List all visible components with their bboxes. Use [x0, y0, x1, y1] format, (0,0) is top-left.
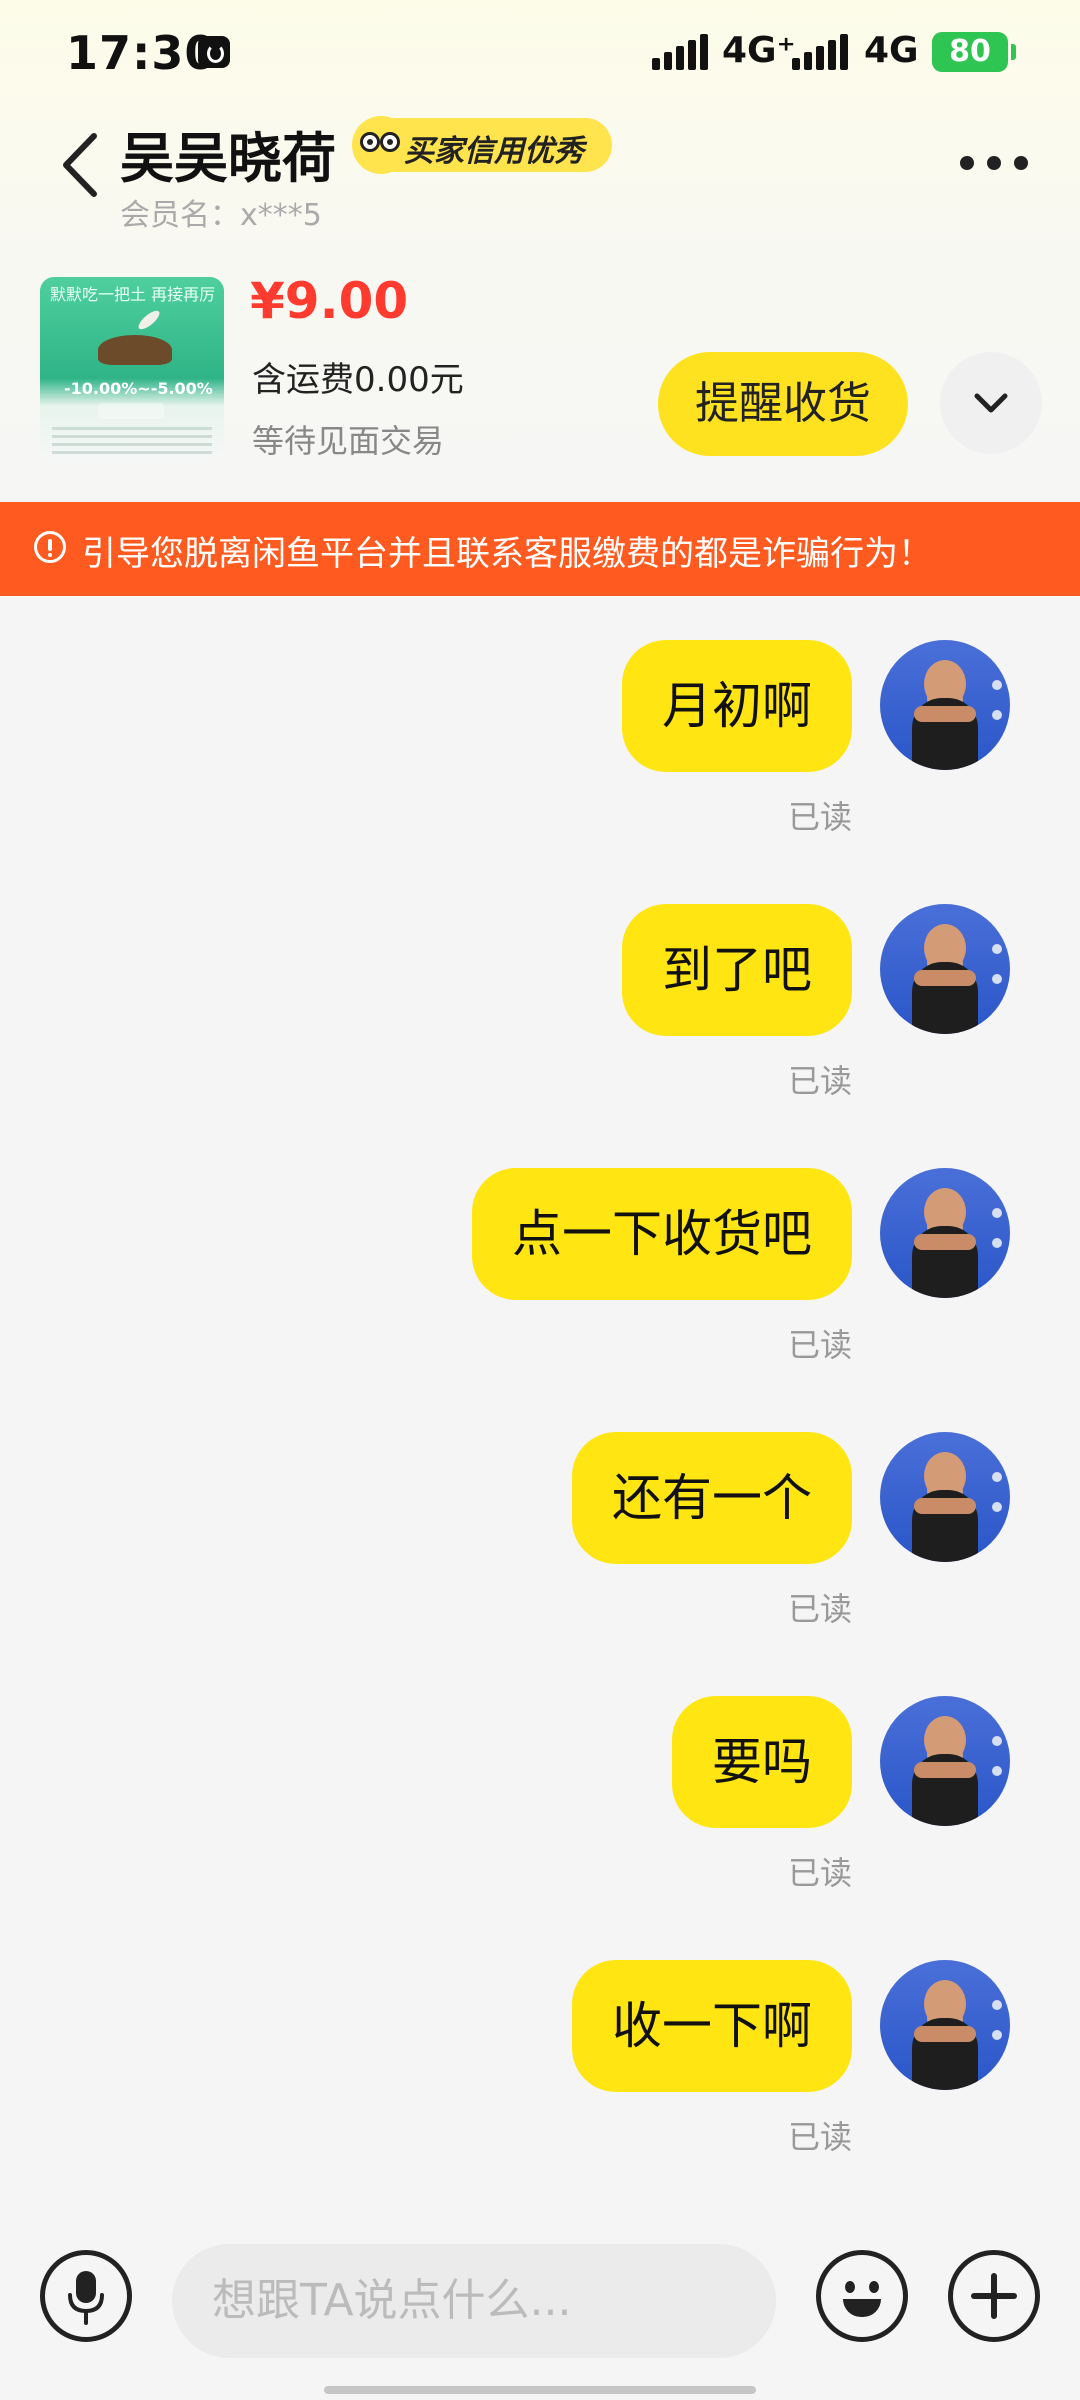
message-bubble[interactable]: 还有一个: [572, 1432, 852, 1564]
warning-text: 引导您脱离闲鱼平台并且联系客服缴费的都是诈骗行为！: [82, 534, 932, 574]
message-row: 到了吧 已读: [0, 904, 1080, 1104]
read-status: 已读: [787, 1590, 852, 1628]
avatar[interactable]: [880, 1960, 1010, 2090]
chevron-down-icon[interactable]: [940, 352, 1042, 454]
avatar[interactable]: [880, 1168, 1010, 1298]
message-bubble[interactable]: 收一下啊: [572, 1960, 852, 2092]
more-icon[interactable]: [958, 154, 1030, 174]
status-bar: 17:30 4G⁺ 4G 80: [0, 0, 1080, 100]
credit-badge[interactable]: 买家信用优秀: [352, 116, 612, 174]
network-type-1: 4G⁺: [722, 30, 796, 71]
fraud-warning-banner: 引导您脱离闲鱼平台并且联系客服缴费的都是诈骗行为！: [0, 502, 1080, 596]
avatar[interactable]: [880, 1696, 1010, 1826]
chat-partner-name: 吴吴晓荷: [120, 127, 336, 190]
read-status: 已读: [787, 798, 852, 836]
credit-badge-label: 买家信用优秀: [404, 134, 584, 169]
message-row: 点一下收货吧 已读: [0, 1168, 1080, 1368]
avatar[interactable]: [880, 640, 1010, 770]
network-type-2: 4G: [864, 30, 919, 71]
message-row: 还有一个 已读: [0, 1432, 1080, 1632]
read-status: 已读: [787, 1326, 852, 1364]
microphone-icon[interactable]: [40, 2250, 132, 2342]
read-status: 已读: [787, 2118, 852, 2156]
alert-circle-icon: [34, 531, 66, 563]
plus-icon[interactable]: [948, 2250, 1040, 2342]
thumb-soil-pile: [98, 335, 172, 365]
battery-level: 80: [949, 34, 991, 69]
thumb-tag: [98, 403, 164, 419]
tiktok-icon: [198, 36, 230, 68]
message-bubble[interactable]: 月初啊: [622, 640, 852, 772]
product-thumbnail[interactable]: 默默吃一把土 再接再厉 -10.00%~-5.00%: [40, 277, 224, 461]
status-time: 17:30: [66, 26, 218, 80]
thumb-text-lines: [52, 427, 212, 455]
signal-icon: [792, 34, 848, 70]
battery-charging-icon: 80: [932, 32, 1016, 72]
message-row: 收一下啊 已读: [0, 1960, 1080, 2160]
shipping-fee: 含运费0.00元: [252, 360, 464, 400]
avatar[interactable]: [880, 1432, 1010, 1562]
back-arrow-icon[interactable]: [58, 130, 106, 200]
mascot-face-icon: [352, 116, 410, 174]
read-status: 已读: [787, 1854, 852, 1892]
home-indicator[interactable]: [324, 2386, 756, 2394]
signal-icon: [652, 34, 708, 70]
message-bubble[interactable]: 要吗: [672, 1696, 852, 1828]
product-price: ¥9.00: [250, 272, 409, 330]
message-row: 月初啊 已读: [0, 640, 1080, 840]
trade-status: 等待见面交易: [252, 422, 445, 460]
thumb-leaf: [135, 307, 163, 333]
message-row: 要吗 已读: [0, 1696, 1080, 1896]
message-bubble[interactable]: 到了吧: [622, 904, 852, 1036]
emoji-icon[interactable]: [816, 2250, 908, 2342]
avatar[interactable]: [880, 904, 1010, 1034]
remind-receipt-button[interactable]: 提醒收货: [658, 352, 908, 456]
thumb-caption: 默默吃一把土 再接再厉: [50, 285, 216, 304]
read-status: 已读: [787, 1062, 852, 1100]
message-bubble[interactable]: 点一下收货吧: [472, 1168, 852, 1300]
input-bar: 想跟TA说点什么...: [0, 2200, 1080, 2400]
member-name: 会员名：x***5: [120, 198, 322, 233]
thumb-percent: -10.00%~-5.00%: [64, 379, 213, 398]
message-input[interactable]: 想跟TA说点什么...: [172, 2244, 776, 2358]
